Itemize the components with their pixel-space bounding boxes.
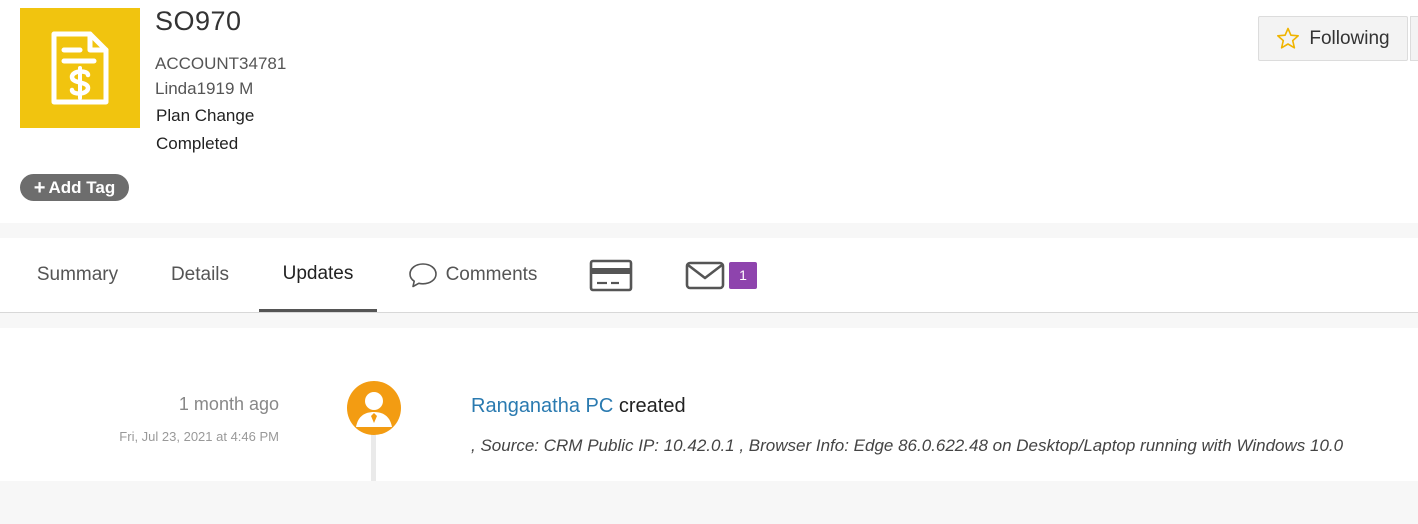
comment-icon	[408, 263, 437, 288]
tab-comments-label: Comments	[445, 264, 538, 285]
event-detail: , Source: CRM Public IP: 10.42.0.1 , Bro…	[471, 436, 1344, 455]
event-title: Ranganatha PC created	[471, 395, 686, 418]
record-header: SO970 ACCOUNT34781 Linda1919 M Plan Chan…	[0, 0, 1418, 223]
tab-updates[interactable]: Updates	[259, 238, 377, 312]
user-avatar-icon	[347, 381, 401, 435]
mail-count-badge: 1	[729, 261, 757, 289]
event-date: Fri, Jul 23, 2021 at 4:46 PM	[119, 429, 279, 444]
tab-mail[interactable]: 1	[676, 238, 766, 312]
event-time-ago: 1 month ago	[178, 394, 279, 414]
tab-card[interactable]	[580, 238, 642, 312]
tab-details[interactable]: Details	[155, 238, 245, 312]
plus-icon: +	[33, 176, 46, 199]
following-button[interactable]: Following	[1258, 16, 1408, 61]
add-tag-label: Add Tag	[48, 177, 116, 197]
timeline-connector	[371, 428, 376, 481]
more-actions-button[interactable]	[1410, 16, 1418, 61]
record-title: SO970	[155, 6, 242, 36]
mail-icon	[685, 261, 725, 289]
event-user-link[interactable]: Ranganatha PC	[471, 395, 613, 417]
card-icon	[589, 259, 633, 291]
add-tag-button[interactable]: + Add Tag	[20, 174, 129, 201]
tab-bar: Summary Details Updates Comments 1	[0, 238, 1418, 313]
record-status: Completed	[156, 134, 239, 153]
invoice-dollar-icon	[20, 8, 140, 128]
event-action: created	[618, 395, 686, 417]
following-label: Following	[1309, 27, 1390, 49]
record-contact[interactable]: Linda1919 M	[155, 79, 253, 99]
updates-timeline: 1 month ago Fri, Jul 23, 2021 at 4:46 PM…	[0, 328, 1418, 481]
tab-comments[interactable]: Comments	[395, 238, 550, 312]
star-icon	[1277, 27, 1300, 49]
record-type: Plan Change	[156, 106, 255, 125]
tab-summary[interactable]: Summary	[20, 238, 135, 312]
record-account[interactable]: ACCOUNT34781	[155, 54, 286, 74]
